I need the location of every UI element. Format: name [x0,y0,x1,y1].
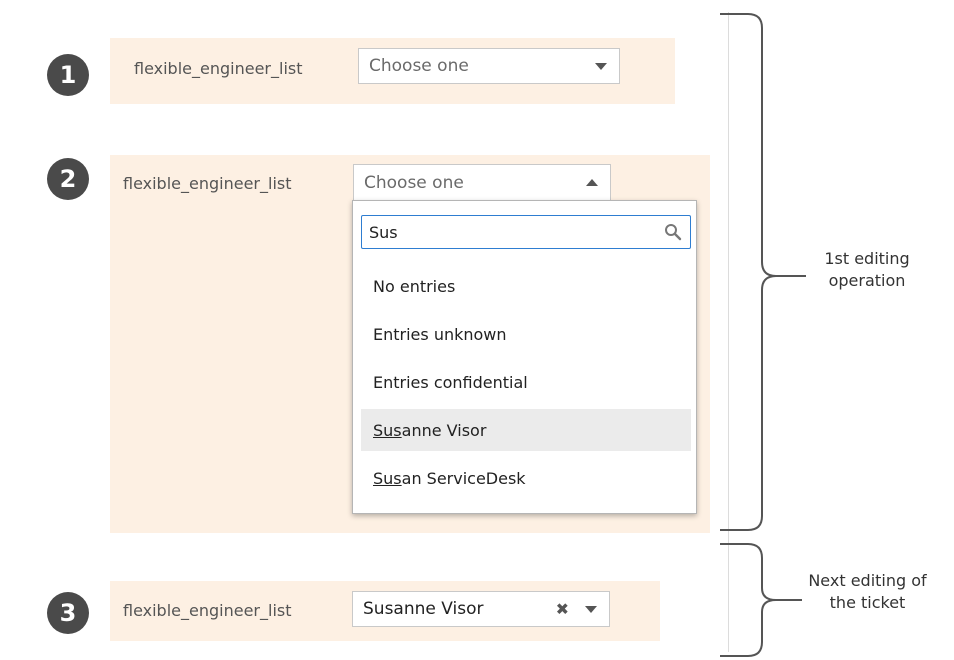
option-label: Entries unknown [373,324,507,344]
option-susan-servicedesk[interactable]: Sus an ServiceDesk [361,457,691,499]
annotation-line: operation [828,271,906,290]
annotation-line: Next editing of [808,571,927,590]
chevron-up-icon[interactable] [586,179,598,186]
annotation-line: the ticket [829,593,906,612]
option-rest-text: anne Visor [401,420,487,440]
engineer-select-filled[interactable]: Susanne Visor ✖ [352,591,610,627]
option-susanne-visor[interactable]: Sus anne Visor [361,409,691,451]
step-2-badge: 2 [47,158,89,200]
selected-value: Susanne Visor [363,599,484,619]
option-match-text: Sus [373,420,402,440]
step-1-panel: flexible_engineer_list Choose one [110,38,675,104]
option-no-entries[interactable]: No entries [361,265,691,307]
clear-icon[interactable]: ✖ [556,600,569,619]
dropdown-list: Sus No entries Entries unknown Entries c… [352,200,697,514]
step-3-badge: 3 [47,592,89,634]
step-1-badge: 1 [47,54,89,96]
field-label: flexible_engineer_list [123,174,292,193]
annotation-first-edit: 1st editing operation [792,248,942,292]
engineer-select-open[interactable]: Choose one [353,164,611,201]
option-rest-text: an ServiceDesk [401,468,526,488]
select-placeholder: Choose one [369,56,469,76]
annotation-next-edit: Next editing of the ticket [785,570,950,614]
search-input[interactable]: Sus [361,215,691,249]
option-match-text: Sus [373,468,402,488]
field-label: flexible_engineer_list [123,601,292,620]
chevron-down-icon[interactable] [585,606,597,613]
chevron-down-icon[interactable] [595,63,607,70]
field-label: flexible_engineer_list [134,59,303,78]
curly-bracket-icon [720,13,806,657]
engineer-select[interactable]: Choose one [358,48,620,84]
option-entries-unknown[interactable]: Entries unknown [361,313,691,355]
option-entries-confidential[interactable]: Entries confidential [361,361,691,403]
search-icon [665,224,682,241]
step-3-panel: flexible_engineer_list Susanne Visor ✖ [110,581,660,641]
annotation-line: 1st editing [824,249,910,268]
select-placeholder: Choose one [364,173,464,193]
search-input-value: Sus [369,222,398,242]
option-label: No entries [373,276,456,296]
option-label: Entries confidential [373,372,528,392]
